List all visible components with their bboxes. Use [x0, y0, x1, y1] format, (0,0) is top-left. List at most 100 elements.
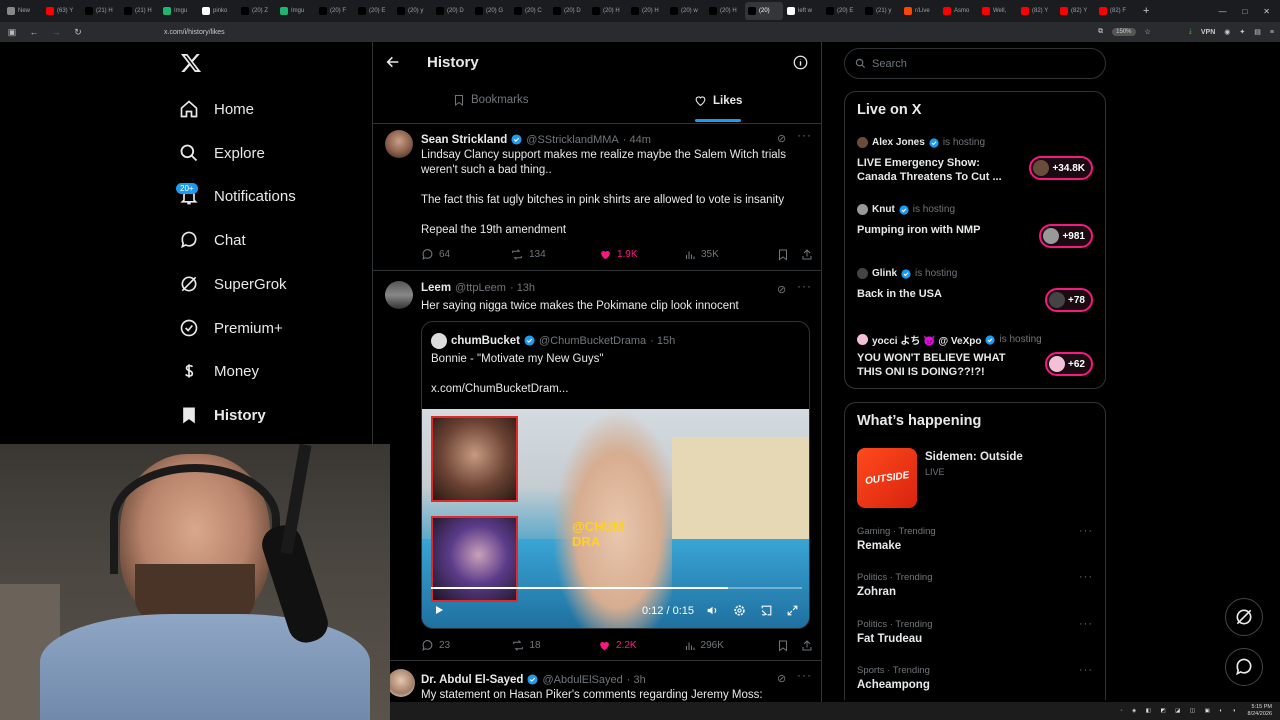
browser-tab[interactable]: (20) G [472, 2, 510, 20]
tab-likes[interactable]: Likes [694, 94, 742, 107]
tab-bookmarks[interactable]: Bookmarks [453, 94, 529, 106]
browser-tab[interactable]: (20) E [823, 2, 861, 20]
browser-tab[interactable]: Imgu [160, 2, 198, 20]
live-host-row[interactable]: yocci よち 👿 @ VeXpo is hosting [857, 332, 1042, 347]
browser-tab[interactable]: (20) E [355, 2, 393, 20]
bookmark-button[interactable] [777, 248, 789, 261]
volume-icon[interactable] [706, 604, 719, 617]
extensions-icon[interactable]: ✦ [1239, 28, 1245, 36]
sidebar-item-money[interactable]: Money [178, 357, 259, 385]
post-time[interactable]: · 13h [510, 282, 535, 294]
trend-name[interactable]: Fat Trudeau [857, 633, 922, 645]
more-icon[interactable]: ··· [797, 128, 812, 142]
sidebar-item-chat[interactable]: Chat [178, 226, 246, 254]
sidebar-item-home[interactable]: Home [178, 95, 254, 123]
browser-tab[interactable]: (82) Y [1018, 2, 1056, 20]
new-tab-button[interactable]: + [1143, 5, 1149, 17]
live-space-title[interactable]: YOU WON'T BELIEVE WHAT THIS ONI IS DOING… [857, 351, 1022, 379]
avatar[interactable] [385, 281, 413, 309]
minimize-icon[interactable]: — [1218, 7, 1226, 16]
browser-tab[interactable]: (20) w [667, 2, 705, 20]
clock-time[interactable]: 5:15 PM [1252, 704, 1272, 711]
post-author-handle[interactable]: @SStricklandMMA [526, 134, 618, 146]
share-button[interactable] [801, 639, 813, 652]
back-icon[interactable]: ← [28, 27, 40, 37]
like-button[interactable]: 1.9K [599, 248, 684, 261]
post[interactable]: Leem @ttpLeem · 13h ⊘ ··· Her saying nig… [373, 271, 821, 659]
live-space-title[interactable]: LIVE Emergency Show: Canada Threatens To… [857, 156, 1022, 184]
more-icon[interactable]: ··· [797, 668, 812, 682]
post-time[interactable]: · 44m [623, 134, 651, 146]
browser-tab[interactable]: (20) H [628, 2, 666, 20]
post-author-name[interactable]: Dr. Abdul El-Sayed [421, 674, 523, 686]
forward-icon[interactable]: → [50, 27, 62, 37]
back-button[interactable] [385, 54, 405, 74]
search-box[interactable]: Search [844, 48, 1106, 79]
avatar[interactable] [387, 669, 415, 697]
menu-icon[interactable]: ≡ [1270, 29, 1274, 36]
browser-tab[interactable]: (82) Y [1057, 2, 1095, 20]
video-progress-track[interactable] [431, 587, 802, 589]
trend-name[interactable]: Remake [857, 540, 901, 552]
more-icon[interactable]: ··· [1079, 618, 1093, 630]
browser-tab[interactable]: (21) y [862, 2, 900, 20]
like-button[interactable]: 2.2K [598, 639, 684, 652]
browser-tab[interactable]: (20) D [433, 2, 471, 20]
views-button[interactable]: 296K [684, 640, 775, 652]
play-button[interactable] [433, 604, 445, 616]
fullscreen-icon[interactable] [786, 604, 799, 617]
sidebar-toggle-icon[interactable]: ▣ [6, 27, 18, 38]
browser-tab[interactable]: (20) H [706, 2, 744, 20]
bookmark-star-icon[interactable]: ☆ [1145, 28, 1151, 36]
grok-icon[interactable]: ⊘ [777, 672, 786, 685]
post-time[interactable]: · 3h [627, 674, 646, 686]
views-button[interactable]: 35K [684, 249, 773, 261]
browser-tab[interactable]: (20) F [316, 2, 354, 20]
video-player[interactable]: @CHUM DRA 0:12 / 0:15 [422, 409, 809, 628]
clock-date[interactable]: 8/24/2026 [1248, 711, 1272, 718]
event-thumbnail[interactable]: OUTSIDE [857, 448, 917, 508]
browser-tab[interactable]: r/Live [901, 2, 939, 20]
post-author-name[interactable]: Leem [421, 282, 451, 294]
repost-button[interactable]: 134 [510, 248, 599, 261]
browser-tab[interactable]: Imgu [277, 2, 315, 20]
browser-tab[interactable]: (20) D [550, 2, 588, 20]
post[interactable]: Sean Strickland @SStricklandMMA · 44m ⊘ … [373, 124, 821, 270]
event-name[interactable]: Sidemen: Outside [925, 451, 1023, 463]
trend-name[interactable]: Acheampong [857, 679, 930, 691]
avatar[interactable] [385, 130, 413, 158]
live-space-title[interactable]: Pumping iron with NMP [857, 223, 1022, 237]
live-listener-pill[interactable]: +34.8K [1029, 156, 1093, 180]
reply-button[interactable]: 23 [421, 639, 511, 652]
share-button[interactable] [801, 248, 813, 261]
grok-fab[interactable] [1225, 598, 1263, 636]
browser-tab[interactable]: New [4, 2, 42, 20]
sidebar-item-supergrok[interactable]: SuperGrok [178, 270, 287, 298]
settings-icon[interactable] [733, 604, 746, 617]
maximize-icon[interactable]: □ [1242, 7, 1247, 16]
zoom-badge[interactable]: 150% [1112, 28, 1136, 36]
more-icon[interactable]: ··· [1079, 664, 1093, 676]
x-logo[interactable] [180, 52, 204, 76]
sidebar-item-premium[interactable]: Premium+ [178, 314, 283, 342]
browser-tab[interactable]: (20) [745, 2, 783, 20]
live-host-row[interactable]: Glink is hosting [857, 268, 957, 279]
info-icon[interactable] [793, 55, 808, 70]
wallet-icon[interactable]: ▤ [1254, 28, 1261, 36]
live-listener-pill[interactable]: +78 [1045, 288, 1093, 312]
browser-tab[interactable]: (20) H [589, 2, 627, 20]
browser-tab[interactable]: (20) Z [238, 2, 276, 20]
bookmark-button[interactable] [777, 639, 789, 652]
reply-button[interactable]: 64 [421, 248, 510, 261]
browser-tab[interactable]: (21) H [121, 2, 159, 20]
address-bar-url[interactable]: x.com/i/history/likes [164, 29, 225, 36]
install-icon[interactable]: ⧉ [1098, 28, 1103, 36]
grok-icon[interactable]: ⊘ [777, 283, 786, 296]
profile-icon[interactable]: ◉ [1224, 28, 1230, 36]
live-host-row[interactable]: Alex Jones is hosting [857, 137, 985, 148]
messages-fab[interactable] [1225, 648, 1263, 686]
post-author-handle[interactable]: @ttpLeem [455, 282, 506, 294]
browser-tab[interactable]: pinko [199, 2, 237, 20]
browser-tab[interactable]: Asmo [940, 2, 978, 20]
post-author-handle[interactable]: @AbdulElSayed [542, 674, 622, 686]
